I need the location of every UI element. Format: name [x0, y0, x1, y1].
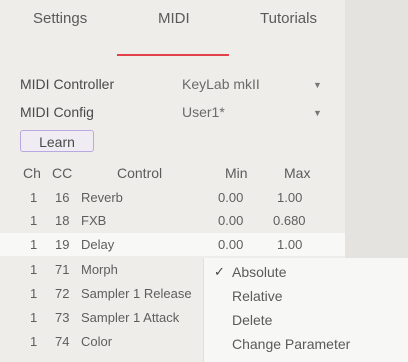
chevron-down-icon: ▼	[313, 80, 322, 90]
learn-button[interactable]: Learn	[20, 130, 94, 152]
cell-control: Delay	[81, 237, 115, 252]
menu-item-change-parameter[interactable]: Change Parameter	[204, 332, 408, 356]
cell-ch: 1	[30, 190, 38, 205]
cell-control: FXB	[81, 213, 107, 228]
cell-cc: 18	[55, 213, 70, 228]
tab-tutorials[interactable]: Tutorials	[260, 10, 317, 27]
cell-ch: 1	[30, 237, 38, 252]
menu-item-absolute[interactable]: ✓ Absolute	[204, 260, 408, 284]
menu-item-label: Absolute	[232, 264, 287, 280]
table-row[interactable]: 1 18 FXB 0.00 0.680	[0, 209, 345, 232]
table-row[interactable]: 1 16 Reverb 0.00 1.00	[0, 186, 345, 209]
midi-config-value: User1*	[182, 104, 225, 120]
cell-cc: 73	[55, 310, 70, 325]
midi-config-label: MIDI Config	[20, 104, 94, 120]
menu-item-relative[interactable]: Relative	[204, 284, 408, 308]
header-ch: Ch	[23, 165, 41, 181]
chevron-down-icon: ▼	[313, 108, 322, 118]
header-cc: CC	[52, 165, 73, 181]
cell-max: 0.680	[273, 213, 306, 228]
menu-item-label: Delete	[232, 312, 273, 328]
cell-ch: 1	[30, 213, 38, 228]
cell-control: Morph	[81, 262, 118, 277]
cell-ch: 1	[30, 286, 38, 301]
cell-control: Color	[81, 334, 113, 349]
cell-ch: 1	[30, 334, 38, 349]
cell-cc: 71	[55, 262, 70, 277]
cell-control: Reverb	[81, 190, 123, 205]
cell-control: Sampler 1 Release	[81, 286, 192, 301]
cell-ch: 1	[30, 262, 38, 277]
cell-max: 1.00	[277, 190, 303, 205]
menu-item-delete[interactable]: Delete	[204, 308, 408, 332]
cell-cc: 16	[55, 190, 70, 205]
menu-item-label: Relative	[232, 288, 283, 304]
cell-min: 0.00	[218, 213, 244, 228]
cell-ch: 1	[30, 310, 38, 325]
tab-settings[interactable]: Settings	[33, 10, 87, 27]
tab-midi[interactable]: MIDI	[158, 10, 190, 27]
cell-cc: 74	[55, 334, 70, 349]
header-control: Control	[117, 165, 163, 181]
cell-max: 1.00	[277, 237, 303, 252]
cell-min: 0.00	[218, 237, 244, 252]
midi-controller-value: KeyLab mkII	[182, 76, 260, 92]
cell-control: Sampler 1 Attack	[81, 310, 180, 325]
active-tab-indicator	[117, 54, 229, 56]
header-min: Min	[225, 165, 248, 181]
checkmark-icon: ✓	[214, 264, 225, 279]
context-menu: ✓ Absolute Relative Delete Change Parame…	[204, 258, 408, 362]
cell-cc: 72	[55, 286, 70, 301]
cell-min: 0.00	[218, 190, 244, 205]
header-max: Max	[284, 165, 311, 181]
cell-cc: 19	[55, 237, 70, 252]
menu-item-label: Change Parameter	[232, 336, 351, 352]
tab-bar: Settings MIDI Tutorials	[0, 0, 345, 40]
midi-controller-label: MIDI Controller	[20, 76, 115, 92]
table-row-selected[interactable]: 1 19 Delay 0.00 1.00	[0, 233, 345, 256]
